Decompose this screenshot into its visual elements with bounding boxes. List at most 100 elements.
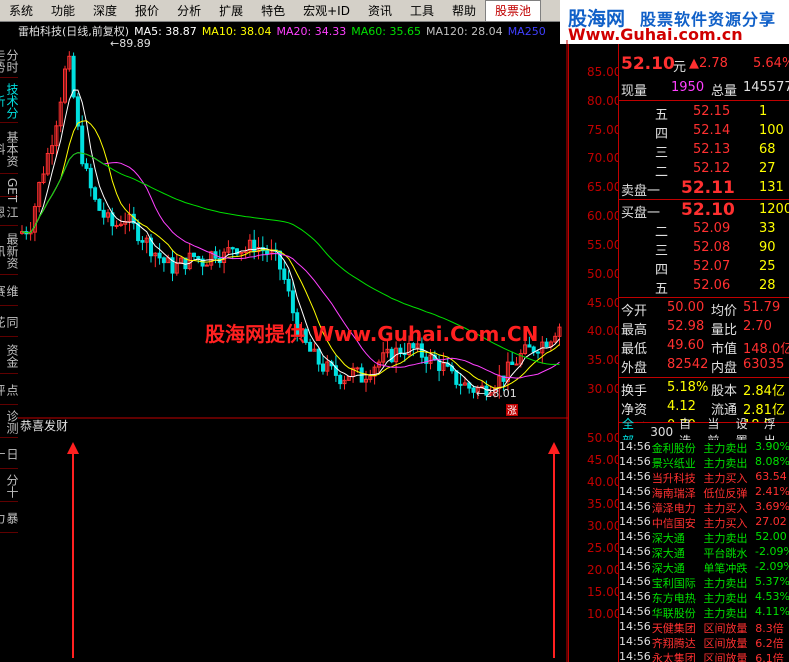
candle-body-32 bbox=[157, 252, 162, 259]
side-tab-12[interactable]: 分十 bbox=[0, 470, 19, 502]
ticker-name: 金利股份 bbox=[651, 442, 696, 455]
ticker-name: 天健集团 bbox=[651, 622, 696, 635]
sell-level-0: 五 52.15 1 bbox=[655, 104, 768, 123]
signal-arrow-head-0 bbox=[67, 442, 79, 454]
ticker-time: 14:56 bbox=[619, 605, 651, 618]
side-tab-6[interactable]: 维赛 bbox=[0, 276, 19, 306]
candle-body-78 bbox=[355, 367, 360, 370]
stat-row-2: 最低 49.60 市值 148.0亿 bbox=[621, 338, 789, 357]
ticker-event: 主力卖出 bbox=[703, 457, 748, 470]
side-tab-8[interactable]: 资金 bbox=[0, 338, 19, 374]
side-tab-7[interactable]: 同花 bbox=[0, 307, 19, 337]
indicator-tick-3: 35.00 bbox=[587, 497, 622, 511]
price-tick-5: 60.00 bbox=[587, 209, 622, 224]
indicator-tick-7: 15.00 bbox=[587, 585, 622, 599]
price-tick-11: 30.00 bbox=[587, 382, 622, 396]
candle-body-15 bbox=[84, 163, 89, 169]
sell-level-4: 卖盘一 52.11 131 bbox=[621, 178, 784, 199]
menu-item-2[interactable]: 深度 bbox=[84, 0, 126, 22]
sell-level-2: 三 52.13 68 bbox=[655, 142, 776, 161]
ticker-time: 14:56 bbox=[619, 560, 651, 573]
indicator-tick-4: 30.00 bbox=[587, 519, 622, 533]
ticker-pct: -2.09% bbox=[755, 545, 789, 558]
ticker-row-13[interactable]: 14:56 齐翔腾达 区间放量 6.2倍 bbox=[619, 635, 789, 650]
ticker-time: 14:56 bbox=[619, 590, 651, 603]
candle-body-22 bbox=[114, 224, 119, 227]
candle-body-115 bbox=[514, 363, 519, 366]
candle-body-33 bbox=[161, 257, 166, 264]
ticker-tabs: 全部300自选当前设置浮出 bbox=[618, 417, 789, 448]
ticker-row-7[interactable]: 14:56深大通 平台跳水 -2.09% bbox=[619, 545, 789, 560]
ticker-pct: 8.08% bbox=[755, 455, 789, 468]
menu-item-11[interactable]: 股票池 bbox=[485, 0, 542, 22]
ticker-row-8[interactable]: 14:56深大通 单笔冲跌 -2.09% bbox=[619, 560, 789, 575]
price-tick-8: 45.00 bbox=[587, 295, 622, 310]
ticker-event: 主力卖出 bbox=[703, 442, 748, 455]
side-tab-1[interactable]: 技术分析 bbox=[0, 79, 19, 123]
menu-item-9[interactable]: 工具 bbox=[401, 0, 443, 22]
ticker-time: 14:56 bbox=[619, 545, 651, 558]
ticker-name: 深大通 bbox=[651, 547, 685, 560]
menu-item-4[interactable]: 分析 bbox=[168, 0, 210, 22]
ticker-row-5[interactable]: 14:56 中信国安 主力买入 27.02 bbox=[619, 515, 789, 530]
ticker-row-6[interactable]: 14:56 深大通 主力卖出 52.00 bbox=[619, 530, 789, 545]
side-tab-9[interactable]: 点评 bbox=[0, 375, 19, 405]
ticker-row-1[interactable]: 14:56 景兴纸业 主力卖出 8.08% bbox=[619, 455, 789, 470]
stat-row-1: 最高 52.98 量比 2.70 bbox=[621, 319, 772, 338]
price-tick-4: 65.00 bbox=[587, 180, 622, 195]
ticker-row-2[interactable]: 14:56 当升科技 主力买入 63.54 bbox=[619, 470, 789, 485]
side-tab-5[interactable]: 最新资讯 bbox=[0, 227, 19, 275]
side-tab-4[interactable]: 江恩 bbox=[0, 198, 19, 226]
ticker-event: 区间放量 bbox=[703, 652, 748, 662]
ticker-row-4[interactable]: 14:56 漳泽电力 主力买入 3.69% bbox=[619, 500, 789, 515]
side-tab-3[interactable]: GET bbox=[0, 175, 19, 202]
ticker-name: 深大通 bbox=[651, 532, 685, 545]
menu-item-3[interactable]: 报价 bbox=[126, 0, 168, 22]
menu-item-7[interactable]: 宏观+ID bbox=[294, 0, 359, 22]
menu-item-8[interactable]: 资讯 bbox=[359, 0, 401, 22]
quote-separator-2 bbox=[619, 297, 789, 298]
side-tab-2[interactable]: 基本资料 bbox=[0, 124, 19, 174]
side-tab-0[interactable]: 分时走势 bbox=[0, 44, 19, 78]
ticker-row-12[interactable]: 14:56 天健集团 区间放量 8.3倍 bbox=[619, 620, 789, 635]
fin-row-0: 换手 5.18% 股本 2.84亿 bbox=[621, 380, 785, 399]
ticker-pct: 63.54 bbox=[755, 470, 787, 483]
indicator-tick-2: 40.00 bbox=[587, 475, 622, 489]
ticker-name: 深大通 bbox=[651, 562, 685, 575]
menu-item-1[interactable]: 功能 bbox=[42, 0, 84, 22]
indicator-name: 恭喜发财 bbox=[20, 418, 68, 433]
ticker-event: 主力买入 bbox=[703, 517, 748, 530]
stat-row-0: 今开 50.00 均价 51.79 bbox=[621, 300, 781, 319]
ticker-pct: 8.3倍 bbox=[755, 622, 784, 635]
candle-body-61 bbox=[282, 268, 287, 280]
menu-item-6[interactable]: 特色 bbox=[252, 0, 294, 22]
price-tick-0: 85.00 bbox=[587, 65, 622, 79]
ticker-row-14[interactable]: 14:56 永太集团 区间放量 6.1倍 bbox=[619, 650, 789, 662]
ticker-name: 景兴纸业 bbox=[651, 457, 696, 470]
ticker-row-10[interactable]: 14:56 东方电热 主力卖出 4.53% bbox=[619, 590, 789, 605]
ma10-line bbox=[21, 120, 560, 389]
ticker-row-11[interactable]: 14:56 华联股份 主力卖出 4.11% bbox=[619, 605, 789, 620]
menu-item-5[interactable]: 扩展 bbox=[210, 0, 252, 22]
price-tick-10: 35.00 bbox=[587, 353, 622, 368]
ticker-row-0[interactable]: 14:56 金利股份 主力卖出 3.90% bbox=[619, 440, 789, 455]
ticker-event: 主力卖出 bbox=[703, 532, 748, 545]
ticker-pct: 2.41% bbox=[755, 485, 789, 498]
ticker-row-9[interactable]: 14:56 宝利国际 主力卖出 5.37% bbox=[619, 575, 789, 590]
side-tab-13[interactable]: 暴力 bbox=[0, 503, 19, 533]
ticker-time: 14:56 bbox=[619, 470, 651, 483]
indicator-tick-6: 20.00 bbox=[587, 563, 622, 577]
ticker-row-3[interactable]: 14:56 海南瑞泽 低位反弹 2.41% bbox=[619, 485, 789, 500]
side-tab-10[interactable]: 诊测 bbox=[0, 406, 19, 438]
side-tab-11[interactable]: 日十 bbox=[0, 439, 19, 469]
ticker-event: 低位反弹 bbox=[703, 487, 748, 500]
menu-item-10[interactable]: 帮助 bbox=[443, 0, 485, 22]
candle-body-57 bbox=[265, 250, 270, 255]
ticker-time: 14:56 bbox=[619, 650, 651, 662]
candle-body-114 bbox=[510, 361, 515, 366]
site-banner: 股海网 股票软件资源分享 Www.Guhai.com.cn bbox=[560, 0, 789, 44]
buy-level-3: 四 52.07 25 bbox=[655, 259, 776, 278]
menu-item-0[interactable]: 系统 bbox=[0, 0, 42, 22]
ticker-tab-1[interactable]: 300 bbox=[650, 425, 673, 439]
candle-body-63 bbox=[290, 290, 295, 314]
